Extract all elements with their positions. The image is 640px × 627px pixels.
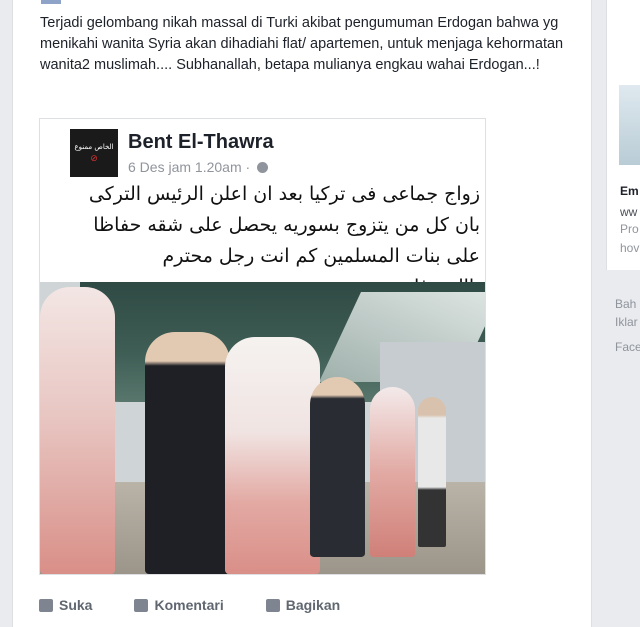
sponsored-image[interactable] (619, 85, 640, 165)
bride-figure (40, 287, 115, 574)
footer-link-facebook[interactable]: Face (615, 340, 640, 354)
sponsored-card[interactable]: Em ww Pro hov (606, 0, 640, 270)
like-label: Suka (59, 597, 93, 613)
footer-link-ads[interactable]: Iklar (615, 315, 638, 329)
shared-page-name[interactable]: Bent El-Thawra (128, 131, 274, 154)
shared-post-meta: 6 Des jam 1.20am · (128, 159, 269, 175)
share-button[interactable]: Bagikan (265, 597, 341, 613)
bystander-figure (418, 397, 446, 547)
post-card: Terjadi gelombang nikah massal di Turki … (12, 0, 592, 627)
right-sidebar: Em ww Pro hov Bah Iklar Face (606, 0, 640, 627)
arabic-line: زواج جماعى فى تركيا بعد ان اعلن الرئيس ا… (88, 183, 480, 205)
wedding-photo[interactable] (40, 282, 485, 574)
groom-figure (145, 332, 230, 574)
comment-icon (134, 598, 149, 612)
footer-link-language[interactable]: Bah (615, 297, 636, 311)
shared-page-avatar[interactable]: الخاص ممنوع ⊘ (70, 129, 118, 177)
prohibited-icon: ⊘ (90, 152, 98, 163)
comment-label: Komentari (154, 597, 224, 613)
bride-figure (370, 387, 415, 557)
arabic-line: بان كل من يتزوج بسوريه يحصل على شقه حفاظ… (93, 214, 480, 236)
shared-post[interactable]: الخاص ممنوع ⊘ Bent El-Thawra 6 Des jam 1… (39, 118, 486, 575)
veiled-bride-figure (225, 337, 320, 574)
post-text: Terjadi gelombang nikah massal di Turki … (40, 15, 564, 73)
sponsored-title[interactable]: Em (620, 184, 639, 198)
globe-icon (257, 161, 269, 173)
avatar-stub (41, 0, 61, 4)
thumbs-up-icon (39, 598, 53, 612)
sponsored-desc: Pro (620, 222, 639, 236)
share-label: Bagikan (285, 597, 341, 613)
like-button[interactable]: Suka (39, 597, 92, 613)
avatar-logo-text: الخاص ممنوع (74, 142, 114, 151)
sponsored-url[interactable]: ww (620, 205, 637, 219)
groom-figure (310, 377, 365, 557)
post-actions: Suka Komentari Bagikan (39, 597, 340, 613)
post-timestamp[interactable]: 6 Des jam 1.20am · (128, 159, 250, 175)
share-arrow-icon (265, 598, 280, 612)
comment-button[interactable]: Komentari (134, 597, 224, 613)
sponsored-desc: hov (620, 241, 640, 255)
